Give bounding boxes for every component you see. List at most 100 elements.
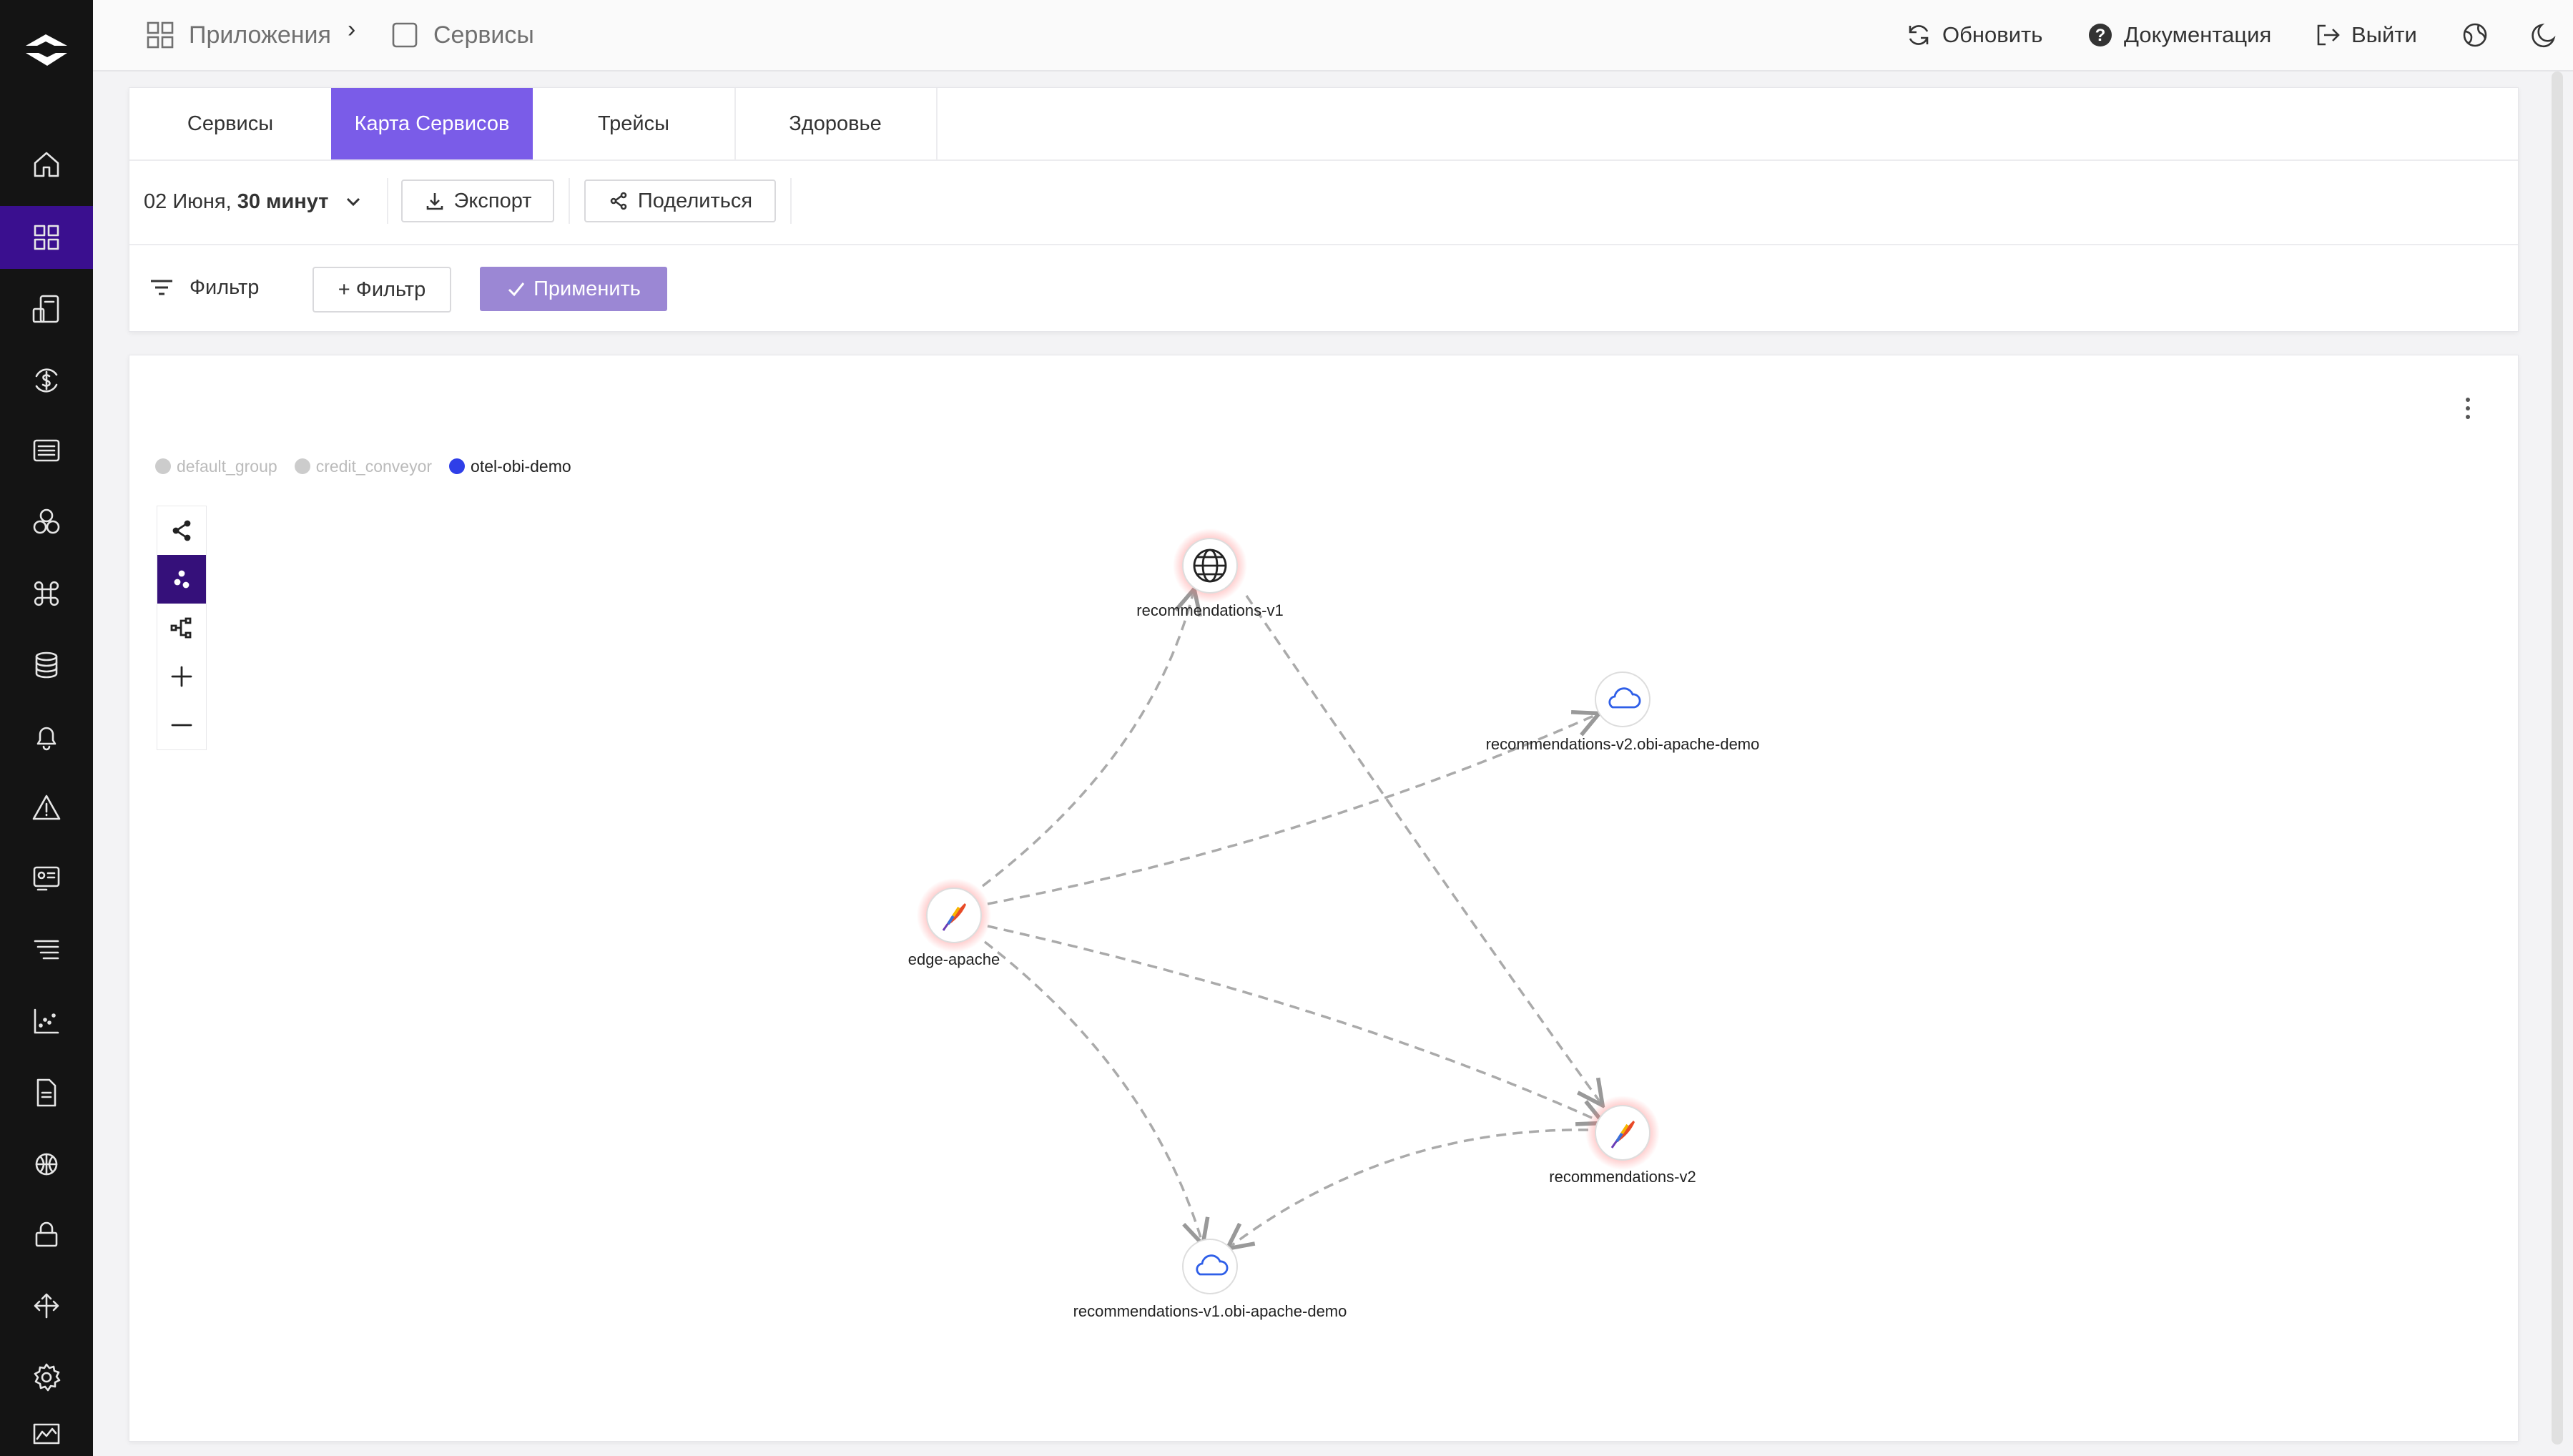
sidebar-item-apps[interactable] — [0, 206, 93, 269]
billing-icon — [35, 368, 58, 393]
devices-icon — [32, 295, 59, 323]
hexagons-icon — [33, 508, 60, 534]
chevron-down-icon — [347, 197, 360, 207]
logout-label: Выйти — [2351, 22, 2417, 47]
check-icon — [508, 282, 525, 297]
globe-icon — [2463, 23, 2487, 47]
graph-node[interactable]: recommendations-v1.obi-apache-demo — [1073, 1239, 1347, 1320]
logout-icon — [2317, 24, 2340, 46]
node-label: recommendations-v2.obi-apache-demo — [1486, 735, 1760, 753]
node-label: recommendations-v1 — [1136, 601, 1283, 619]
sidebar — [0, 0, 93, 1456]
graph-edge[interactable] — [987, 925, 1601, 1122]
graph-edge[interactable] — [983, 940, 1202, 1242]
chart-icon — [34, 1008, 59, 1034]
logout-button[interactable]: Выйти — [2314, 19, 2417, 51]
theme-toggle[interactable] — [2530, 19, 2567, 51]
breadcrumb-apps[interactable]: Приложения — [144, 19, 331, 51]
top-bar: Приложения › Сервисы Обновить ? Документ… — [93, 0, 2573, 72]
tab-health[interactable]: Здоровье — [734, 88, 938, 159]
node-label: recommendations-v2 — [1549, 1168, 1696, 1186]
moon-icon — [2532, 23, 2556, 48]
logo-icon[interactable] — [21, 24, 72, 74]
lock-icon — [35, 1221, 58, 1247]
page-scrollbar[interactable] — [2552, 72, 2563, 1445]
apply-button[interactable]: Применить — [480, 267, 667, 311]
sidebar-item-monitor[interactable] — [0, 1417, 93, 1456]
sidebar-item-security[interactable] — [0, 1203, 93, 1266]
id-card-icon — [33, 866, 60, 891]
graph-edge[interactable] — [981, 591, 1194, 887]
graph-edge[interactable] — [1229, 1128, 1589, 1247]
share-label: Поделиться — [637, 189, 753, 212]
sidebar-item-stack[interactable] — [0, 918, 93, 981]
filter-toggle[interactable]: Фильтр — [148, 270, 259, 305]
service-graph: recommendations-v1 recommendations-v2.ob… — [908, 528, 1760, 1320]
home-icon — [34, 152, 59, 177]
sidebar-item-documents[interactable] — [0, 1061, 93, 1124]
filter-row: Фильтр + Фильтр Применить — [129, 244, 2518, 331]
help-icon: ? — [2089, 24, 2112, 46]
graph-edge[interactable] — [1245, 595, 1601, 1103]
sidebar-item-devices[interactable] — [0, 277, 93, 340]
sidebar-item-database[interactable] — [0, 634, 93, 697]
database-icon — [35, 651, 58, 679]
export-button[interactable]: Экспорт — [401, 179, 554, 222]
sidebar-item-notifications[interactable] — [0, 705, 93, 768]
list-icon — [33, 439, 60, 462]
sidebar-item-home[interactable] — [0, 133, 93, 196]
node-label: edge-apache — [908, 950, 1000, 968]
document-icon — [36, 1078, 56, 1107]
sidebar-item-alerts[interactable] — [0, 777, 93, 840]
apps-icon — [34, 225, 59, 250]
breadcrumb-current: Сервисы — [389, 19, 534, 51]
docs-button[interactable]: ? Документация — [2087, 19, 2271, 51]
sidebar-item-settings[interactable] — [0, 1346, 93, 1409]
filter-label: Фильтр — [190, 275, 260, 299]
filter-icon — [151, 280, 172, 295]
breadcrumb-apps-label: Приложения — [189, 21, 331, 49]
graph-node[interactable]: recommendations-v2.obi-apache-demo — [1486, 672, 1760, 753]
refresh-button[interactable]: Обновить — [1905, 19, 2042, 51]
divider — [790, 178, 792, 224]
network-icon — [35, 1153, 58, 1176]
refresh-label: Обновить — [1942, 22, 2043, 47]
alert-icon — [32, 795, 61, 820]
toolbar-row: 02 Июня, 30 минут Экспорт Поделиться — [129, 159, 2518, 245]
breadcrumb-separator: › — [348, 16, 356, 43]
refresh-icon — [1909, 25, 1929, 45]
download-icon — [426, 193, 443, 210]
tab-services[interactable]: Сервисы — [129, 88, 333, 159]
sidebar-item-id[interactable] — [0, 847, 93, 910]
docs-label: Документация — [2124, 22, 2272, 47]
sidebar-item-charts[interactable] — [0, 990, 93, 1053]
sidebar-item-command[interactable] — [0, 562, 93, 625]
gear-icon — [34, 1363, 61, 1392]
tab-bar: Сервисы Карта Сервисов Трейсы Здоровье — [129, 88, 2518, 161]
monitor-icon — [33, 1423, 60, 1445]
sidebar-item-list[interactable] — [0, 419, 93, 482]
apply-label: Применить — [533, 277, 641, 300]
sidebar-item-hexagons[interactable] — [0, 491, 93, 554]
date-prefix: 02 Июня, — [144, 190, 232, 213]
language-button[interactable] — [2461, 19, 2499, 51]
share-button[interactable]: Поделиться — [584, 179, 776, 222]
breadcrumb-current-label: Сервисы — [433, 21, 534, 49]
divider — [387, 178, 388, 224]
share-icon — [610, 192, 627, 210]
export-label: Экспорт — [453, 189, 532, 212]
tab-traces[interactable]: Трейсы — [533, 88, 736, 159]
controls-panel: Сервисы Карта Сервисов Трейсы Здоровье 0… — [129, 87, 2519, 332]
sidebar-item-routing[interactable] — [0, 1274, 93, 1337]
arrows-icon — [34, 1293, 59, 1319]
sidebar-item-billing[interactable] — [0, 349, 93, 412]
apps-icon — [147, 21, 174, 49]
sidebar-item-network[interactable] — [0, 1133, 93, 1196]
date-range-picker[interactable]: 02 Июня, 30 минут — [144, 181, 363, 222]
command-icon — [34, 581, 59, 606]
graph-node[interactable]: recommendations-v1 — [1136, 528, 1284, 619]
tab-service-map[interactable]: Карта Сервисов — [331, 88, 533, 159]
graph-node[interactable]: edge-apache — [908, 878, 1000, 968]
bell-icon — [36, 727, 56, 751]
add-filter-button[interactable]: + Фильтр — [313, 267, 451, 313]
